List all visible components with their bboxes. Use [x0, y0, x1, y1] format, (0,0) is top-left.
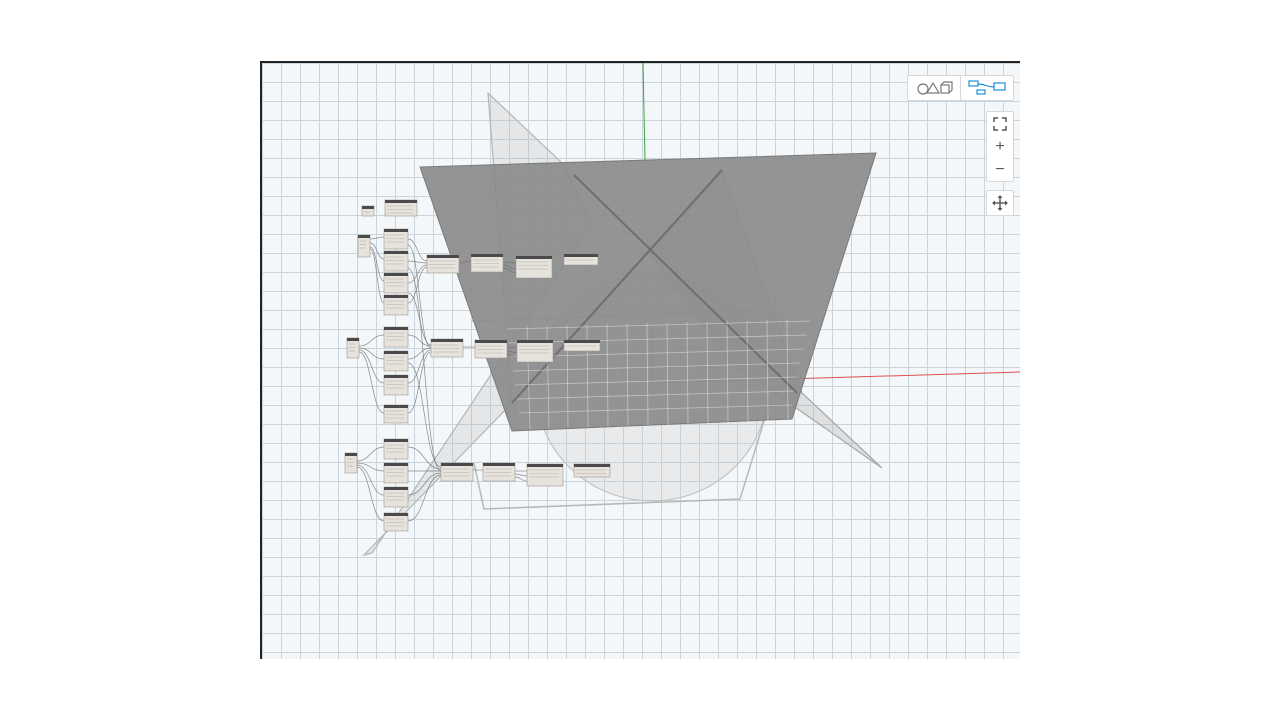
graph-wire [369, 248, 385, 304]
pan-button[interactable] [986, 190, 1014, 216]
graph-node[interactable] [344, 452, 358, 474]
graph-node[interactable] [563, 253, 599, 266]
y-axis-line [642, 63, 646, 162]
fit-view-icon [993, 116, 1007, 131]
graph-node[interactable] [383, 272, 409, 294]
graph-node[interactable] [440, 462, 474, 482]
graph-wire [407, 349, 432, 384]
graph-node[interactable] [383, 462, 409, 484]
graph-wire [407, 347, 432, 360]
graph-node[interactable] [516, 339, 554, 363]
zoom-in-button[interactable]: + [987, 135, 1013, 158]
3d-viewport[interactable]: + − [260, 61, 1020, 659]
graph-node[interactable] [515, 255, 553, 279]
graph-wire [356, 462, 385, 472]
graph-wire [369, 236, 385, 240]
graph-node[interactable] [383, 294, 409, 316]
graph-node[interactable] [384, 199, 418, 217]
geometry-view-button[interactable] [908, 76, 960, 100]
graph-node[interactable] [563, 339, 601, 352]
graph-wire [407, 238, 428, 262]
graph-node[interactable] [383, 486, 409, 508]
graph-node[interactable] [383, 326, 409, 348]
graph-node[interactable] [573, 463, 611, 478]
graph-wire [407, 362, 442, 468]
graph-wire [358, 334, 385, 347]
graph-wire [514, 476, 528, 482]
graph-node[interactable] [361, 205, 375, 217]
zoom-in-icon: + [995, 137, 1005, 155]
scene-canvas[interactable] [262, 63, 1020, 659]
graph-wire [356, 446, 385, 462]
graph-wire [356, 464, 385, 496]
graph-node[interactable] [383, 438, 409, 460]
graph-node[interactable] [383, 404, 409, 424]
graph-node[interactable] [357, 234, 371, 258]
pan-icon [992, 195, 1008, 211]
graph-wire [358, 347, 385, 360]
graph-wire [358, 349, 385, 384]
fit-view-button[interactable] [987, 112, 1013, 135]
graph-node[interactable] [383, 228, 409, 250]
view-mode-toggle[interactable] [907, 75, 1014, 101]
graph-node[interactable] [526, 463, 564, 487]
graph-view-icon [968, 80, 1006, 95]
graph-node[interactable] [430, 338, 464, 358]
navigation-toolbar: + − [986, 111, 1014, 182]
graph-wire [358, 351, 385, 414]
graph-node[interactable] [426, 254, 460, 274]
graph-node[interactable] [346, 337, 360, 359]
graph-node[interactable] [383, 350, 409, 372]
graph-view-button[interactable] [960, 76, 1013, 100]
geometry-view-icon [917, 81, 953, 95]
graph-wire [407, 260, 428, 264]
graph-node[interactable] [383, 374, 409, 396]
graph-wire [514, 473, 528, 477]
graph-node[interactable] [383, 250, 409, 272]
graph-node[interactable] [474, 339, 508, 359]
graph-node[interactable] [482, 462, 516, 482]
zoom-out-icon: − [995, 160, 1005, 178]
graph-node[interactable] [383, 512, 409, 532]
graph-node[interactable] [470, 253, 504, 273]
zoom-out-button[interactable]: − [987, 158, 1013, 181]
